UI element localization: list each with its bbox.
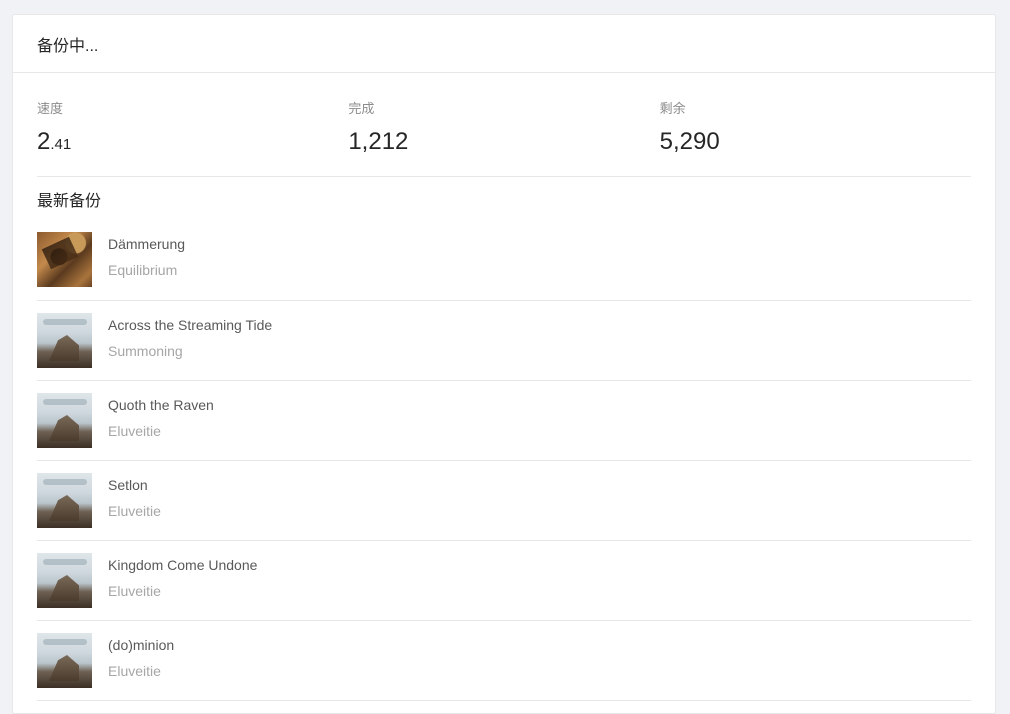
stat-remaining: 剩余 5,290: [660, 99, 971, 176]
track-title: Kingdom Come Undone: [108, 557, 258, 573]
track-title: Dämmerung: [108, 236, 186, 252]
track-artist: Eluveitie: [108, 423, 161, 439]
backup-card: 备份中... 速度 2.41 完成 1,212 剩余 5,290 最新备份 Dä…: [12, 14, 996, 714]
album-cover-image: [37, 232, 92, 287]
recent-backups-title: 最新备份: [37, 193, 102, 210]
album-cover-image: [37, 393, 92, 448]
list-item[interactable]: Across the Streaming Tide Summoning: [37, 301, 971, 381]
recent-backups-list: Dämmerung Equilibrium Across the Streami…: [37, 223, 971, 701]
page-title: 备份中...: [37, 37, 99, 55]
stat-speed-value: 2.41: [37, 127, 348, 160]
album-cover-image: [37, 633, 92, 688]
stat-remaining-value: 5,290: [659, 128, 720, 155]
track-text: Setlon Eluveitie: [108, 473, 161, 521]
album-cover-image: [37, 553, 92, 608]
track-text: (do)minion Eluveitie: [108, 633, 174, 681]
stat-remaining-label: 剩余: [659, 101, 686, 116]
album-cover-image: [37, 313, 92, 368]
stat-done: 完成 1,212: [348, 99, 659, 176]
card-body: 速度 2.41 完成 1,212 剩余 5,290 最新备份 Dämmerung…: [13, 73, 995, 701]
stats-row: 速度 2.41 完成 1,212 剩余 5,290: [37, 73, 971, 177]
stat-speed: 速度 2.41: [37, 99, 348, 176]
track-text: Dämmerung Equilibrium: [108, 232, 185, 280]
track-text: Kingdom Come Undone Eluveitie: [108, 553, 257, 601]
track-text: Quoth the Raven Eluveitie: [108, 393, 214, 441]
list-item[interactable]: Kingdom Come Undone Eluveitie: [37, 541, 971, 621]
track-text: Across the Streaming Tide Summoning: [108, 313, 272, 361]
card-header: 备份中...: [13, 15, 995, 73]
track-artist: Eluveitie: [108, 583, 161, 599]
track-artist: Equilibrium: [108, 262, 178, 278]
track-title: Quoth the Raven: [108, 397, 214, 413]
track-title: Setlon: [108, 477, 148, 493]
track-title: (do)minion: [108, 637, 175, 653]
stat-speed-integer: 2: [37, 128, 51, 155]
stat-done-value: 1,212: [348, 128, 409, 155]
album-cover-image: [37, 473, 92, 528]
stat-speed-label: 速度: [37, 101, 64, 116]
track-artist: Eluveitie: [108, 663, 161, 679]
track-artist: Eluveitie: [108, 503, 161, 519]
stat-done-label: 完成: [348, 101, 375, 116]
list-item[interactable]: Setlon Eluveitie: [37, 461, 971, 541]
list-item[interactable]: Quoth the Raven Eluveitie: [37, 381, 971, 461]
track-artist: Summoning: [108, 343, 183, 359]
stat-speed-decimal: .41: [50, 136, 72, 153]
track-title: Across the Streaming Tide: [108, 317, 273, 333]
list-item[interactable]: (do)minion Eluveitie: [37, 621, 971, 701]
list-item[interactable]: Dämmerung Equilibrium: [37, 223, 971, 301]
